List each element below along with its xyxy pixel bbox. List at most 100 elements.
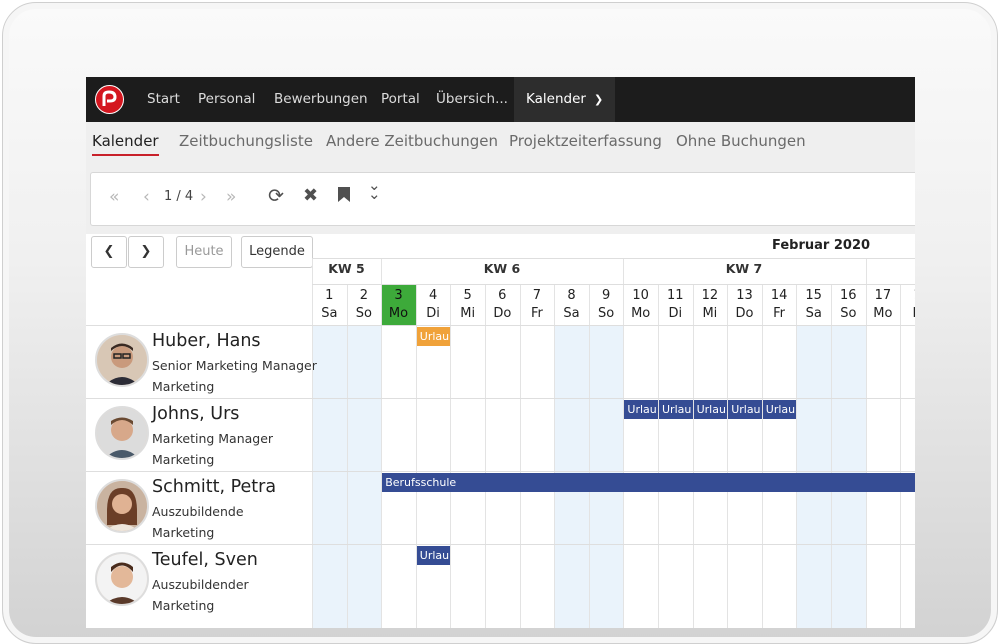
first-page-icon[interactable]: « bbox=[109, 187, 119, 207]
grid-column-line bbox=[623, 258, 624, 628]
day-header[interactable]: 17 Mo bbox=[866, 284, 901, 325]
weekday-label: So bbox=[840, 306, 857, 321]
tab-ohne-buchungen[interactable]: Ohne Buchungen bbox=[676, 132, 806, 150]
day-header[interactable]: 8 Sa bbox=[554, 284, 589, 325]
calendar-event[interactable]: Urlau bbox=[416, 327, 451, 346]
calendar-grid: ❮ ❯ Heute Legende Februar 2020 KW 5 KW 6… bbox=[86, 234, 915, 628]
day-number: 8 bbox=[567, 288, 576, 303]
calendar-event[interactable]: Urlau bbox=[728, 400, 762, 419]
nav-item-portal[interactable]: Portal bbox=[381, 77, 420, 122]
app-screen: Start Personal Bewerbungen Portal Übersi… bbox=[86, 77, 915, 628]
weekday-label: D bbox=[900, 305, 915, 323]
day-header[interactable]: 15 Sa bbox=[796, 284, 831, 325]
day-header[interactable]: 7 Fr bbox=[520, 284, 555, 325]
day-number: 16 bbox=[840, 288, 857, 303]
day-header[interactable]: 4 Di bbox=[416, 284, 451, 325]
weekday-label: Fr bbox=[530, 306, 543, 321]
person-row-huber[interactable]: Huber, Hans Senior Marketing Manager Mar… bbox=[86, 325, 317, 398]
day-header[interactable]: 2 So bbox=[347, 284, 382, 325]
nav-item-start[interactable]: Start bbox=[147, 77, 180, 122]
weekday-label: Do bbox=[735, 306, 754, 321]
day-header[interactable]: 12 Mi bbox=[693, 284, 728, 325]
nav-item-kalender[interactable]: Kalender ❯ bbox=[514, 77, 616, 122]
refresh-icon[interactable]: ⟳ bbox=[268, 185, 284, 207]
day-header[interactable]: 6 Do bbox=[485, 284, 520, 325]
expand-icon[interactable]: ⌄ ⌄ bbox=[368, 178, 381, 202]
day-header[interactable]: 9 So bbox=[589, 284, 624, 325]
tab-projektzeiterfassung[interactable]: Projektzeiterfassung bbox=[509, 132, 662, 150]
grid-column-line bbox=[658, 284, 659, 628]
week-label-kw6: KW 6 bbox=[483, 261, 521, 276]
day-number: 9 bbox=[601, 288, 611, 303]
calendar-event[interactable]: Berufsschule bbox=[382, 473, 915, 492]
bookmark-icon[interactable] bbox=[338, 187, 350, 207]
weekday-label: Di bbox=[668, 306, 683, 321]
calendar-event[interactable]: Urlau bbox=[624, 400, 658, 419]
today-button[interactable]: Heute bbox=[176, 236, 232, 268]
grid-column-line bbox=[312, 258, 313, 628]
grid-row-line bbox=[86, 471, 915, 472]
weekday-label: Sa bbox=[321, 306, 338, 321]
app-logo[interactable] bbox=[95, 85, 124, 114]
nav-item-bewerbungen[interactable]: Bewerbungen bbox=[274, 77, 368, 122]
avatar bbox=[95, 333, 149, 387]
last-page-icon[interactable]: » bbox=[226, 187, 236, 207]
toolbar-zone: « ‹ 1 / 4 › » ⟳ ✖ ⌄ ⌄ bbox=[86, 169, 915, 234]
calendar-next-button[interactable]: ❯ bbox=[128, 236, 164, 268]
grid-column-line bbox=[554, 284, 555, 628]
grid-column-line bbox=[831, 284, 832, 628]
day-number: 1 bbox=[325, 288, 334, 303]
day-header[interactable]: 5 Mi bbox=[450, 284, 485, 325]
weekday-label: Mi bbox=[460, 306, 476, 321]
day-number: 1 bbox=[900, 287, 915, 305]
person-department: Marketing bbox=[152, 379, 215, 394]
weekend-column bbox=[312, 325, 347, 628]
calendar-event[interactable]: Urlau bbox=[762, 400, 797, 419]
day-number: 6 bbox=[498, 288, 507, 303]
person-row-teufel[interactable]: Teufel, Sven Auszubildender Marketing bbox=[86, 544, 312, 617]
calendar-event[interactable]: Urlau bbox=[659, 400, 693, 419]
tab-andere-zeitbuchungen[interactable]: Andere Zeitbuchungen bbox=[326, 132, 498, 150]
sub-tabs: Kalender Zeitbuchungsliste Andere Zeitbu… bbox=[86, 122, 915, 169]
day-header[interactable]: 14 Fr bbox=[762, 284, 797, 325]
person-role: Senior Marketing Manager bbox=[152, 358, 317, 373]
next-page-icon[interactable]: › bbox=[200, 187, 207, 207]
grid-column-line bbox=[520, 284, 521, 628]
day-header[interactable]: 3 Mo bbox=[381, 284, 416, 325]
day-header[interactable]: 16 So bbox=[831, 284, 866, 325]
prev-page-icon[interactable]: ‹ bbox=[143, 187, 150, 207]
grid-column-line bbox=[866, 258, 867, 628]
day-header[interactable]: 13 Do bbox=[727, 284, 762, 325]
grid-row-line bbox=[86, 325, 915, 326]
day-header[interactable]: 1D bbox=[900, 284, 915, 325]
close-icon[interactable]: ✖ bbox=[303, 185, 318, 206]
day-header[interactable]: 1 Sa bbox=[312, 284, 347, 325]
weekday-label: Di bbox=[426, 306, 440, 321]
grid-row-line bbox=[312, 258, 915, 259]
day-number: 12 bbox=[701, 288, 719, 303]
day-header[interactable]: 11 Di bbox=[658, 284, 693, 325]
weekday-label: Mo bbox=[873, 306, 893, 321]
person-row-schmitt[interactable]: Schmitt, Petra Auszubildende Marketing bbox=[86, 471, 312, 544]
day-number: 2 bbox=[359, 288, 369, 303]
person-department: Marketing bbox=[152, 525, 215, 540]
nav-item-personal[interactable]: Personal bbox=[198, 77, 255, 122]
weekday-label: Mo bbox=[631, 306, 651, 321]
day-number: 5 bbox=[463, 288, 472, 303]
legend-button[interactable]: Legende bbox=[241, 236, 313, 268]
calendar-prev-button[interactable]: ❮ bbox=[91, 236, 127, 268]
day-header[interactable]: 10 Mo bbox=[623, 284, 658, 325]
grid-column-line bbox=[693, 284, 694, 628]
nav-item-uebersicht[interactable]: Übersich... bbox=[436, 77, 508, 122]
person-row-johns[interactable]: Johns, Urs Marketing Manager Marketing bbox=[86, 398, 312, 471]
day-number: 10 bbox=[632, 288, 649, 303]
tab-kalender[interactable]: Kalender bbox=[92, 132, 159, 156]
month-label: Februar 2020 bbox=[772, 238, 871, 253]
calendar-event[interactable]: Urlau bbox=[416, 546, 451, 565]
weekday-label: So bbox=[597, 306, 615, 321]
chevron-down-icon: ❯ bbox=[593, 93, 604, 106]
calendar-event[interactable]: Urlau bbox=[693, 400, 728, 419]
tab-zeitbuchungsliste[interactable]: Zeitbuchungsliste bbox=[179, 132, 313, 150]
nav-item-kalender-label: Kalender bbox=[526, 91, 586, 107]
person-department: Marketing bbox=[152, 598, 215, 613]
